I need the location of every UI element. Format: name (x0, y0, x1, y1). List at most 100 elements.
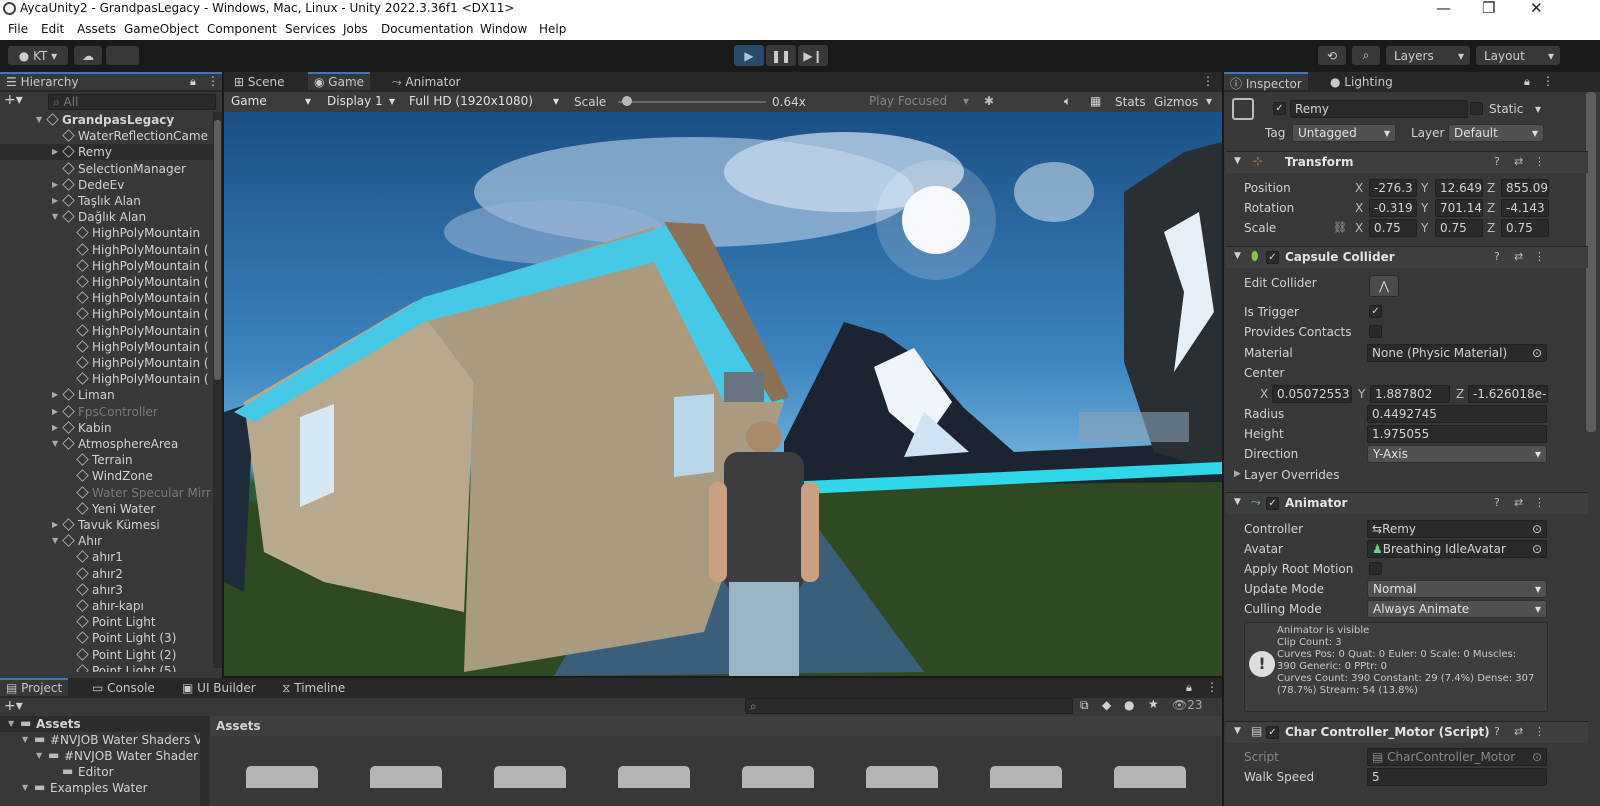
menu-window[interactable]: Window (480, 22, 527, 36)
star-icon[interactable]: ★ (1148, 697, 1159, 711)
asset-folder-8[interactable] (1114, 766, 1186, 788)
display-dropdown[interactable]: Display 1 (322, 93, 400, 111)
project-search-input[interactable]: ⌕ (745, 698, 1073, 714)
foldout-arrow-icon[interactable]: ▼ (22, 735, 28, 744)
radius-field[interactable]: 0.4492745 (1367, 405, 1547, 423)
collab-button[interactable] (106, 46, 139, 65)
foldout-arrow-icon[interactable]: ▶ (52, 196, 58, 205)
hierarchy-item[interactable]: HighPolyMountain ( (0, 258, 213, 274)
update-mode-dropdown[interactable]: Normal (1367, 580, 1547, 598)
asset-folder-6[interactable] (866, 766, 938, 788)
script-header[interactable]: ▼ ▤ ✓ Char Controller_Motor (Script) ? ⇄… (1226, 721, 1588, 743)
foldout-arrow-icon[interactable]: ▼ (1234, 251, 1241, 261)
hierarchy-search-input[interactable]: ⌕ All (48, 94, 216, 110)
menu-services[interactable]: Services (285, 22, 336, 36)
maximize-button[interactable]: ❐ (1482, 0, 1495, 17)
hierarchy-item[interactable]: ▼ AtmosphereArea (0, 436, 213, 452)
hierarchy-item[interactable]: Point Light (0, 614, 213, 630)
transform-header[interactable]: ▼ ⊹ Transform ? ⇄ ⋮ (1226, 151, 1588, 173)
hierarchy-item[interactable]: HighPolyMountain ( (0, 339, 213, 355)
is-trigger-checkbox[interactable]: ✓ (1369, 305, 1382, 318)
object-picker-icon[interactable]: ⊙ (1532, 541, 1542, 557)
hierarchy-item[interactable]: Water Specular Mirr (0, 485, 213, 501)
hierarchy-item[interactable]: Point Light (3) (0, 630, 213, 646)
history-button[interactable]: ⟲ (1318, 46, 1346, 65)
play-button[interactable]: ▶ (734, 45, 764, 66)
hierarchy-item[interactable]: ▶ Liman (0, 387, 213, 403)
menu-documentation[interactable]: Documentation (381, 22, 474, 36)
hierarchy-item[interactable]: Point Light (5) (0, 663, 213, 672)
rotation-z-field[interactable]: -4.143 (1501, 199, 1549, 217)
more-icon[interactable]: ⋮ (1202, 74, 1214, 88)
help-icon[interactable]: ? (1494, 250, 1500, 263)
preset-icon[interactable]: ⇄ (1514, 496, 1523, 509)
tab-scene[interactable]: ⊞ Scene (228, 72, 290, 90)
scale-slider-track[interactable] (618, 101, 766, 103)
label-icon[interactable]: ◆ (1102, 698, 1111, 712)
animator-header[interactable]: ▼ ⤳ ✓ Animator ? ⇄ ⋮ (1226, 492, 1588, 514)
culling-mode-dropdown[interactable]: Always Animate (1367, 600, 1547, 618)
more-icon[interactable]: ⋮ (1534, 250, 1545, 263)
filter-type-icon[interactable]: ⧉ (1080, 698, 1089, 713)
more-icon[interactable]: ⋮ (1534, 725, 1545, 738)
active-checkbox[interactable]: ✓ (1273, 102, 1286, 115)
center-y-field[interactable]: 1.887802 (1370, 385, 1450, 403)
menu-component[interactable]: Component (207, 22, 277, 36)
more-icon[interactable]: ⋮ (1206, 680, 1218, 694)
foldout-arrow-icon[interactable]: ▶ (52, 520, 58, 529)
asset-folder-4[interactable] (618, 766, 690, 788)
scale-z-field[interactable]: 0.75 (1501, 219, 1549, 237)
pause-button[interactable]: ❚❚ (766, 45, 796, 66)
foldout-arrow-icon[interactable]: ▶ (52, 390, 58, 399)
more-icon[interactable]: ⋮ (1534, 155, 1545, 168)
foldout-arrow-icon[interactable]: ▼ (8, 719, 14, 728)
asset-folder-5[interactable] (742, 766, 814, 788)
asset-folder-2[interactable] (370, 766, 442, 788)
project-tree-item[interactable]: ▼ ▬ Assets (0, 716, 200, 732)
chevron-down-icon[interactable]: ▾ (1206, 94, 1212, 108)
hierarchy-item[interactable]: ahır3 (0, 582, 213, 598)
gizmos-button[interactable]: Gizmos (1154, 95, 1198, 109)
project-tree-item[interactable]: ▼ ▬ #NVJOB Water Shader (0, 748, 200, 764)
hierarchy-item[interactable]: ahır2 (0, 566, 213, 582)
material-field[interactable]: None (Physic Material) ⊙ (1367, 344, 1547, 362)
tab-game[interactable]: ◉ Game (308, 72, 371, 90)
animator-enabled[interactable]: ✓ (1266, 497, 1279, 510)
cloud-button[interactable]: ☁ (74, 46, 102, 65)
hierarchy-item[interactable]: HighPolyMountain ( (0, 306, 213, 322)
rotation-x-field[interactable]: -0.319 (1369, 199, 1417, 217)
lock-icon[interactable]: 🔒︎ (190, 75, 196, 89)
hierarchy-item[interactable]: HighPolyMountain ( (0, 242, 213, 258)
hierarchy-item[interactable]: Point Light (2) (0, 647, 213, 663)
bug-icon[interactable]: ✱ (984, 94, 994, 108)
tab-animator[interactable]: ⤳ Animator (386, 72, 467, 90)
asset-folder-1[interactable] (246, 766, 318, 788)
minimize-button[interactable]: — (1436, 0, 1451, 17)
direction-dropdown[interactable]: Y-Axis (1367, 445, 1547, 463)
hierarchy-item[interactable]: ▼ Dağlık Alan (0, 209, 213, 225)
hierarchy-item[interactable]: WaterReflectionCame (0, 128, 213, 144)
center-x-field[interactable]: 0.05072553 (1272, 385, 1352, 403)
warning-icon[interactable]: ● (1124, 698, 1134, 712)
hierarchy-item[interactable]: Terrain (0, 452, 213, 468)
foldout-arrow-icon[interactable]: ▼ (1234, 497, 1241, 507)
more-icon[interactable]: ⋮ (1542, 74, 1554, 88)
account-dropdown[interactable]: ● KT ▾ (8, 46, 68, 65)
aspect-icon[interactable]: ▦ (1090, 94, 1101, 108)
layout-dropdown[interactable]: Layout ▾ (1476, 46, 1560, 65)
resolution-dropdown[interactable]: Full HD (1920x1080) (404, 93, 564, 111)
hierarchy-item[interactable]: ▶ Taşlık Alan (0, 193, 213, 209)
menu-edit[interactable]: Edit (41, 22, 64, 36)
hierarchy-item[interactable]: WindZone (0, 468, 213, 484)
controller-field[interactable]: ⇆Remy ⊙ (1367, 520, 1547, 538)
hierarchy-item[interactable]: ▶ Remy (0, 144, 213, 161)
foldout-arrow-icon[interactable]: ▶ (52, 407, 58, 416)
foldout-arrow-icon[interactable]: ▼ (1234, 156, 1241, 166)
hierarchy-item[interactable]: HighPolyMountain ( (0, 355, 213, 371)
scroll-thumb[interactable] (214, 120, 221, 380)
game-view-dropdown[interactable]: Game (226, 93, 316, 111)
hierarchy-item[interactable]: HighPolyMountain ( (0, 323, 213, 339)
hierarchy-scrollbar[interactable] (213, 112, 222, 668)
center-z-field[interactable]: -1.626018e- (1468, 385, 1548, 403)
hierarchy-item[interactable]: ▶ Kabin (0, 420, 213, 436)
